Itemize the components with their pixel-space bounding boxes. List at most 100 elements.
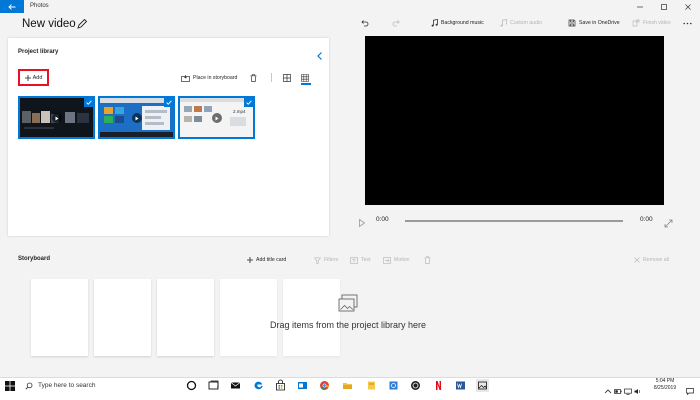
selected-check-icon <box>164 98 173 107</box>
end-time: 0:00 <box>640 216 653 223</box>
storyboard-slot <box>94 279 151 356</box>
netflix-icon[interactable] <box>432 379 445 392</box>
motion-button[interactable]: Motion <box>383 255 410 265</box>
volume-icon[interactable] <box>634 382 642 394</box>
plus-icon <box>247 257 253 263</box>
active-view-indicator <box>301 83 311 85</box>
minimize-button[interactable] <box>628 0 652 13</box>
notifications-icon[interactable] <box>686 382 694 396</box>
minimize-icon <box>637 6 643 7</box>
custom-audio-label: Custom audio <box>510 20 543 26</box>
collapse-library-button[interactable] <box>315 48 325 60</box>
photos-stack-icon <box>337 294 359 314</box>
storyboard-slot <box>31 279 88 356</box>
filters-label: Filters <box>324 257 339 263</box>
music-note-icon <box>431 19 438 27</box>
word-icon[interactable] <box>454 379 467 392</box>
close-button[interactable] <box>676 0 700 13</box>
more-icon <box>683 22 692 24</box>
media-thumbnail-3[interactable]: 2.mp4 <box>178 96 255 139</box>
chrome-icon[interactable] <box>318 379 331 392</box>
save-onedrive-label: Save in OneDrive <box>579 20 620 26</box>
back-button[interactable] <box>0 0 24 13</box>
add-label: Add <box>32 74 43 81</box>
search-placeholder: Type here to search <box>38 382 96 389</box>
finish-video-button[interactable]: Finish video <box>632 17 671 29</box>
delete-button[interactable] <box>250 73 257 83</box>
redo-icon <box>392 20 400 27</box>
outlook-icon[interactable] <box>296 379 309 392</box>
text-button[interactable]: Text <box>350 255 371 265</box>
text-icon <box>350 256 358 264</box>
mail-icon[interactable] <box>229 379 242 392</box>
page-title: New video <box>22 18 76 30</box>
storyboard-slot <box>283 279 340 356</box>
play-icon <box>359 218 366 228</box>
store-icon[interactable] <box>274 379 287 392</box>
rename-button[interactable] <box>76 17 88 29</box>
detail-grid-icon <box>301 74 309 82</box>
media-thumbnail-1[interactable] <box>18 96 95 139</box>
maximize-button[interactable] <box>652 0 676 13</box>
storyboard-delete-button[interactable] <box>424 255 431 265</box>
storyboard-title: Storyboard <box>18 256 51 262</box>
task-view-icon[interactable] <box>207 379 220 392</box>
clock-time[interactable]: 5:04 PM <box>648 378 682 385</box>
remove-all-button[interactable]: Remove all <box>634 255 669 265</box>
close-icon <box>685 3 691 10</box>
save-onedrive-button[interactable]: Save in OneDrive <box>568 17 620 29</box>
taskbar-search-box[interactable]: Type here to search <box>25 378 175 393</box>
background-music-button[interactable]: Background music <box>431 17 484 29</box>
battery-icon[interactable] <box>614 382 622 394</box>
filters-icon <box>314 256 321 264</box>
show-hidden-icons[interactable] <box>604 382 612 394</box>
edge-browser-icon[interactable] <box>252 379 265 392</box>
thumbnail-filename: 2.mp4 <box>233 109 246 114</box>
undo-button[interactable] <box>361 17 369 29</box>
chevron-left-icon <box>317 52 322 60</box>
export-icon <box>632 19 640 27</box>
motion-label: Motion <box>394 257 410 263</box>
project-library-title: Project library <box>18 49 59 55</box>
cortana-icon[interactable] <box>185 379 198 392</box>
text-label: Text <box>361 257 371 263</box>
add-title-card-button[interactable]: Add title card <box>247 255 286 265</box>
trash-icon <box>250 74 257 82</box>
seek-bar[interactable] <box>405 220 623 222</box>
custom-audio-button[interactable]: Custom audio <box>500 17 542 29</box>
list-view-button[interactable] <box>301 73 309 83</box>
redo-button[interactable] <box>392 17 400 29</box>
filters-button[interactable]: Filters <box>314 255 338 265</box>
windows-logo-icon <box>5 381 15 391</box>
more-options-button[interactable] <box>683 17 692 29</box>
play-overlay-icon <box>52 113 62 123</box>
add-button[interactable]: Add <box>18 69 49 86</box>
expand-icon <box>664 219 673 228</box>
video-preview[interactable] <box>365 36 664 205</box>
trash-icon <box>424 256 431 264</box>
obs-icon[interactable] <box>409 379 422 392</box>
sticky-notes-icon[interactable] <box>365 379 378 392</box>
storyboard-slot <box>157 279 214 356</box>
play-overlay-icon <box>132 113 142 123</box>
file-explorer-icon[interactable] <box>341 379 354 392</box>
custom-audio-icon <box>500 19 507 27</box>
title-bar <box>0 0 700 13</box>
finish-video-label: Finish video <box>643 20 671 26</box>
pencil-icon <box>77 18 88 29</box>
storyboard-empty-message: Drag items from the project library here <box>269 320 427 330</box>
close-icon <box>634 257 640 263</box>
preview-play-button[interactable] <box>357 215 367 228</box>
app-name: Photos <box>30 3 49 9</box>
photos-app-icon[interactable] <box>476 379 489 392</box>
media-thumbnail-2[interactable] <box>98 96 175 139</box>
grid-view-button[interactable] <box>283 73 291 83</box>
network-icon[interactable] <box>624 382 632 395</box>
start-button[interactable] <box>4 379 16 391</box>
place-in-storyboard-label: Place in storyboard <box>193 75 238 81</box>
play-overlay-icon <box>212 113 222 123</box>
place-in-storyboard-button[interactable]: Place in storyboard <box>181 73 237 83</box>
clock-date[interactable]: 8/25/2019 <box>648 385 682 392</box>
fullscreen-button[interactable] <box>664 215 673 228</box>
settings-app-icon[interactable] <box>387 379 400 392</box>
